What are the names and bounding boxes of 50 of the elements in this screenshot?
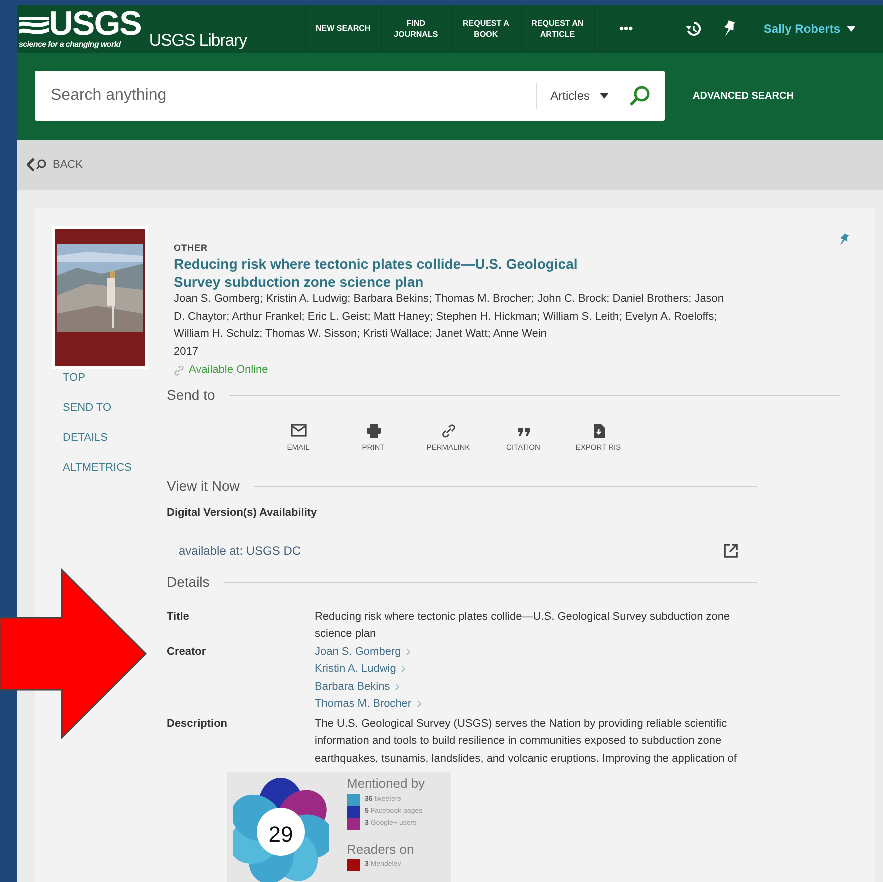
history-icon <box>686 20 702 37</box>
pin-icon <box>722 20 736 38</box>
field-value: The U.S. Geological Survey (USGS) serves the Nation by providing reliable scientific information and tools to build resilience in communities exposed to subduction zone earthquakes, tsunamis, landslides, and volcanic eruptions. Improving the application of <box>315 716 738 766</box>
field-value: Reducing risk where tectonic plates collide—U.S. Geological Survey subduction zone science plan <box>315 610 732 642</box>
user-menu[interactable]: Sally Roberts <box>746 5 860 53</box>
caret-icon <box>600 93 609 100</box>
external-link-icon <box>723 542 739 558</box>
back-button[interactable]: BACK <box>27 156 83 174</box>
section-heading: Details <box>167 572 210 592</box>
pin-icon <box>839 232 849 247</box>
scope-dropdown[interactable]: Articles <box>536 83 621 110</box>
legend-heading: Mentioned by <box>347 775 426 793</box>
field-label: Creator <box>167 644 208 660</box>
creator-link[interactable]: Joan S. Gomberg <box>315 644 755 661</box>
logo-text: USGS <box>49 8 142 39</box>
availability-heading: Digital Version(s) Availability <box>167 506 318 521</box>
creator-link[interactable]: Barbara Bekins <box>315 678 755 696</box>
record-type: OTHER <box>173 242 209 255</box>
chevron-icon <box>395 682 400 691</box>
side-nav-link[interactable]: SEND TO <box>63 400 167 415</box>
side-nav-link[interactable]: ALTMETRICS <box>63 460 167 475</box>
record-title-link[interactable]: Reducing risk where tectonic plates collide—U.S. Geological Survey subduction zone science plan <box>167 255 587 292</box>
chevron-icon <box>401 665 406 674</box>
side-nav-link[interactable]: TOP <box>63 370 167 385</box>
section-heading: View it Now <box>167 477 240 496</box>
open-external-button[interactable] <box>723 542 739 558</box>
caret-icon <box>846 26 856 32</box>
creator-link[interactable]: Thomas M. Brocher <box>315 696 755 714</box>
source-link[interactable]: available at: USGS DC <box>179 542 302 560</box>
field-label: Description <box>167 716 229 732</box>
legend-heading: Readers on <box>347 840 416 858</box>
advanced-search-link[interactable]: ADVANCED SEARCH <box>687 88 800 105</box>
chevron-icon <box>416 700 422 708</box>
side-nav-link[interactable]: DETAILS <box>63 430 167 445</box>
section-heading: Send to <box>167 386 216 405</box>
back-icon <box>27 158 49 172</box>
field-label: Title <box>167 610 190 624</box>
link-icon <box>440 422 456 439</box>
library-name: USGS Library <box>149 30 248 51</box>
search-icon <box>629 85 651 108</box>
chevron-icon <box>406 648 412 656</box>
altmetric-score: 29 <box>268 821 294 849</box>
email-icon <box>290 422 306 439</box>
search-field[interactable]: Search anything Articles <box>35 71 665 122</box>
author-list: Joan S. Gomberg; Kristin A. Ludwig; Barbara Bekins; Thomas M. Brocher; John C. Brock; Daniel Brothers; Jason D. Chaytor; Arthur Frankel; Eric L. Geist; Matt Haney; Stephen H. Hickman; William S. Leith; Evelyn A. Roeloffs; William H. Schulz; Thomas W. Sisson; Kristi Wallace; Janet Watt; Anne Wein <box>167 291 727 344</box>
record-year: 2017 <box>173 344 200 360</box>
creator-link[interactable]: Kristin A. Ludwig <box>315 661 755 678</box>
link-icon <box>174 366 184 376</box>
tagline: science for a changing world <box>19 38 122 51</box>
search-button[interactable] <box>629 85 651 108</box>
